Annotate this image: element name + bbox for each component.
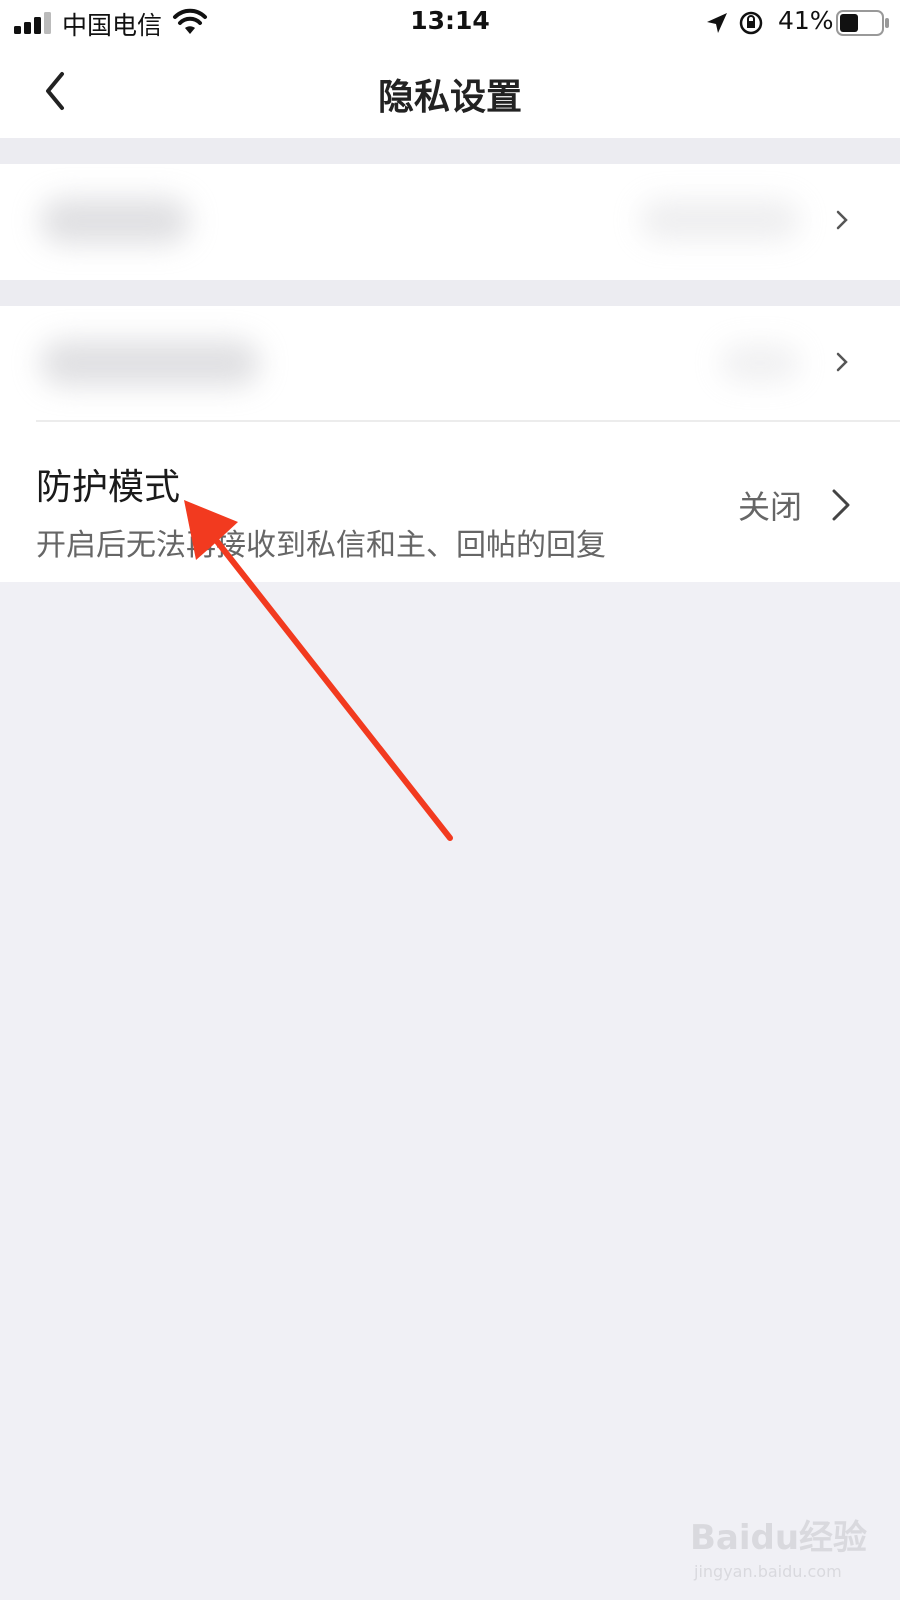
protection-mode-status: 关闭 xyxy=(738,488,803,526)
watermark-subtext: jingyan.baidu.com xyxy=(694,1562,842,1581)
chevron-right-icon xyxy=(836,210,848,230)
protection-mode-description: 开启后无法再接收到私信和主、回帖的回复 xyxy=(36,528,606,563)
chevron-right-icon xyxy=(836,352,848,372)
row-divider xyxy=(36,420,900,422)
blurred-label xyxy=(40,198,190,244)
location-icon xyxy=(707,13,727,33)
section-gap xyxy=(0,138,900,164)
blurred-setting-row-2[interactable] xyxy=(0,306,900,422)
status-bar: 中国电信 13:14 41% xyxy=(0,0,900,46)
blurred-value xyxy=(720,344,800,382)
blurred-value xyxy=(640,200,800,240)
battery-icon xyxy=(836,10,889,36)
orientation-lock-icon xyxy=(739,11,763,35)
chevron-right-icon xyxy=(832,489,850,521)
baidu-watermark: Baidu经验 jingyan.baidu.com xyxy=(690,1510,870,1590)
watermark-text: Baidu经验 xyxy=(690,1518,868,1558)
protection-mode-title: 防护模式 xyxy=(36,467,181,508)
blurred-setting-row-1[interactable] xyxy=(0,164,900,280)
section-gap xyxy=(0,280,900,306)
battery-percentage: 41% xyxy=(778,6,834,35)
navigation-bar: 隐私设置 xyxy=(0,46,900,138)
blurred-label xyxy=(40,340,260,386)
clock: 13:14 xyxy=(410,6,490,35)
page-title: 隐私设置 xyxy=(377,77,522,118)
